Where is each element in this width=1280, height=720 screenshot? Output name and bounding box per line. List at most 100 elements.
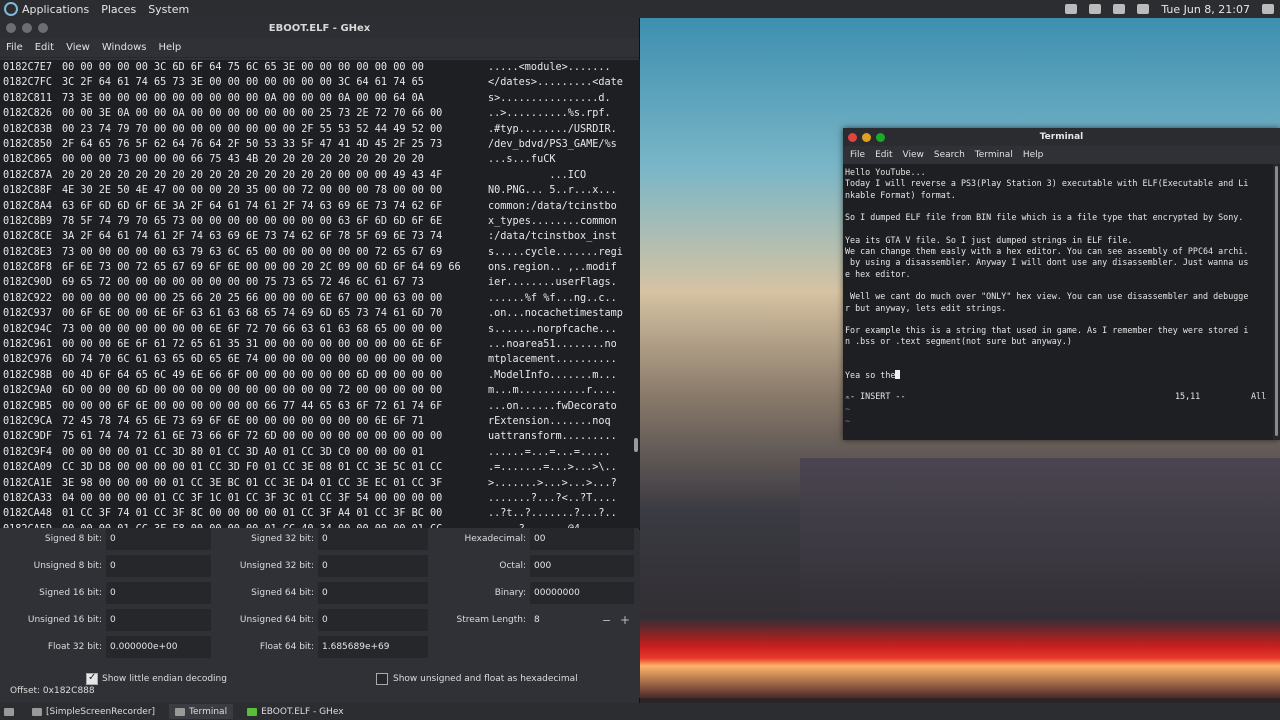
hex-row[interactable]: 0182C88F 4E 30 2E 50 4E 47 00 00 00 20 35… <box>0 183 632 198</box>
hex-row[interactable]: 0182C7FC 3C 2F 64 61 74 65 73 3E 00 00 00… <box>0 75 632 90</box>
hex-row[interactable]: 0182C811 73 3E 00 00 00 00 00 00 00 00 00… <box>0 91 632 106</box>
hex-ascii[interactable]: rExtension.......noq <box>482 414 632 429</box>
hex-row[interactable]: 0182C8A4 63 6F 6D 6D 6F 6E 3A 2F 64 61 74… <box>0 199 632 214</box>
ghex-menu-help[interactable]: Help <box>158 42 181 53</box>
hex-row[interactable]: 0182C9DF 75 61 74 74 72 61 6E 73 66 6F 72… <box>0 429 632 444</box>
unsigned-hex-checkbox[interactable] <box>376 673 388 685</box>
hex-row[interactable]: 0182C94C 73 00 00 00 00 00 00 00 6E 6F 72… <box>0 322 632 337</box>
hex-ascii[interactable]: .......?...?<..?T.... <box>482 491 632 506</box>
show-desktop-icon[interactable] <box>4 707 14 716</box>
task-ghex[interactable]: EBOOT.ELF - GHex <box>241 704 349 719</box>
term-menu-help[interactable]: Help <box>1023 150 1044 160</box>
hex-ascii[interactable]: ...on......fwDecorato <box>482 399 632 414</box>
hex-row[interactable]: 0182C8E3 73 00 00 00 00 00 63 79 63 6C 65… <box>0 245 632 260</box>
binary-field[interactable]: 00000000 <box>530 582 634 604</box>
hex-bytes[interactable]: 63 6F 6D 6D 6F 6E 3A 2F 64 61 74 61 2F 7… <box>62 199 482 214</box>
hex-ascii[interactable]: ...ICO <box>482 168 632 183</box>
hex-bytes[interactable]: 6D 74 70 6C 61 63 65 6D 65 6E 74 00 00 0… <box>62 352 482 367</box>
signed64-field[interactable]: 0 <box>318 582 428 604</box>
hex-ascii[interactable]: m...m...........r.... <box>482 383 632 398</box>
task-simplescreenrecorder[interactable]: [SimpleScreenRecorder] <box>26 704 161 719</box>
hex-row[interactable]: 0182CA1E 3E 98 00 00 00 00 01 CC 3E BC 01… <box>0 476 632 491</box>
hex-ascii[interactable]: .=.......=...>...>\.. <box>482 460 632 475</box>
terminal-scrollbar[interactable] <box>1273 164 1280 440</box>
hex-ascii[interactable]: ......=...=...=..... <box>482 445 632 460</box>
hex-view[interactable]: 0182C7E7 00 00 00 00 00 3C 6D 6F 64 75 6C… <box>0 60 632 528</box>
hex-row[interactable]: 0182C9F4 00 00 00 00 01 CC 3D 80 01 CC 3D… <box>0 445 632 460</box>
hex-bytes[interactable]: 73 00 00 00 00 00 00 00 6E 6F 72 70 66 6… <box>62 322 482 337</box>
hex-ascii[interactable]: ier........userFlags. <box>482 275 632 290</box>
hex-ascii[interactable]: mtplacement.......... <box>482 352 632 367</box>
hex-row[interactable]: 0182C961 00 00 00 6E 6F 61 72 65 61 35 31… <box>0 337 632 352</box>
plus-icon[interactable]: + <box>620 613 630 627</box>
octal-field[interactable]: 000 <box>530 555 634 577</box>
hex-ascii[interactable]: </dates>.........<date <box>482 75 632 90</box>
distro-logo-icon[interactable] <box>4 2 18 16</box>
hex-bytes[interactable]: 00 4D 6F 64 65 6C 49 6E 66 6F 00 00 00 0… <box>62 368 482 383</box>
hex-bytes[interactable]: 00 00 00 6F 6E 00 00 00 00 00 00 66 77 4… <box>62 399 482 414</box>
hex-field[interactable]: 00 <box>530 528 634 550</box>
hex-bytes[interactable]: 00 23 74 79 70 00 00 00 00 00 00 00 00 2… <box>62 122 482 137</box>
battery-icon[interactable] <box>1137 4 1150 14</box>
hex-bytes[interactable]: 00 6F 6E 00 00 6E 6F 63 61 63 68 65 74 6… <box>62 306 482 321</box>
float64-field[interactable]: 1.685689e+69 <box>318 636 428 658</box>
hex-row[interactable]: 0182C9B5 00 00 00 6F 6E 00 00 00 00 00 00… <box>0 399 632 414</box>
term-menu-edit[interactable]: Edit <box>875 150 892 160</box>
hex-row[interactable]: 0182C98B 00 4D 6F 64 65 6C 49 6E 66 6F 00… <box>0 368 632 383</box>
term-menu-file[interactable]: File <box>850 150 865 160</box>
power-icon[interactable] <box>1262 4 1274 14</box>
hex-ascii[interactable]: ...noarea51........no <box>482 337 632 352</box>
terminal-titlebar[interactable]: Terminal <box>843 128 1280 146</box>
hex-bytes[interactable]: 3E 98 00 00 00 00 01 CC 3E BC 01 CC 3E D… <box>62 476 482 491</box>
term-menu-view[interactable]: View <box>903 150 924 160</box>
hex-bytes[interactable]: 69 65 72 00 00 00 00 00 00 00 00 75 73 6… <box>62 275 482 290</box>
signed32-field[interactable]: 0 <box>318 528 428 550</box>
hex-ascii[interactable]: .ModelInfo.......m... <box>482 368 632 383</box>
hex-bytes[interactable]: 2F 64 65 76 5F 62 64 76 64 2F 50 53 33 5… <box>62 137 482 152</box>
hex-bytes[interactable]: 75 61 74 74 72 61 6E 73 66 6F 72 6D 00 0… <box>62 429 482 444</box>
hex-bytes[interactable]: 78 5F 74 79 70 65 73 00 00 00 00 00 00 0… <box>62 214 482 229</box>
ghex-menu-windows[interactable]: Windows <box>102 42 147 53</box>
terminal-scroll-thumb[interactable] <box>1275 166 1278 436</box>
hex-row[interactable]: 0182C7E7 00 00 00 00 00 3C 6D 6F 64 75 6C… <box>0 60 632 75</box>
hex-bytes[interactable]: 00 00 00 00 00 3C 6D 6F 64 75 6C 65 3E 0… <box>62 60 482 75</box>
hex-ascii[interactable]: common:/data/tcinstbo <box>482 199 632 214</box>
hex-ascii[interactable]: ...s...fuCK <box>482 152 632 167</box>
hex-bytes[interactable]: 00 00 00 6E 6F 61 72 65 61 35 31 00 00 0… <box>62 337 482 352</box>
unsigned64-field[interactable]: 0 <box>318 609 428 631</box>
volume-icon[interactable] <box>1113 4 1126 14</box>
menu-applications[interactable]: Applications <box>22 3 89 16</box>
hex-ascii[interactable]: s>................d. <box>482 91 632 106</box>
ghex-titlebar[interactable]: EBOOT.ELF - GHex <box>0 18 639 38</box>
hex-ascii[interactable]: .#typ......../USRDIR. <box>482 122 632 137</box>
hex-bytes[interactable]: 3C 2F 64 61 74 65 73 3E 00 00 00 00 00 0… <box>62 75 482 90</box>
hex-row[interactable]: 0182C9CA 72 45 78 74 65 6E 73 69 6F 6E 00… <box>0 414 632 429</box>
hex-scroll-thumb[interactable] <box>634 438 638 452</box>
hex-row[interactable]: 0182C8CE 3A 2F 64 61 74 61 2F 74 63 69 6E… <box>0 229 632 244</box>
hex-bytes[interactable]: 00 00 00 00 00 00 25 66 20 25 66 00 00 0… <box>62 291 482 306</box>
hex-bytes[interactable]: 00 00 3E 0A 00 00 0A 00 00 00 00 00 00 0… <box>62 106 482 121</box>
clock[interactable]: Tue Jun 8, 21:07 <box>1161 3 1250 16</box>
ghex-menu-view[interactable]: View <box>66 42 90 53</box>
hex-row[interactable]: 0182C850 2F 64 65 76 5F 62 64 76 64 2F 50… <box>0 137 632 152</box>
term-menu-terminal[interactable]: Terminal <box>975 150 1013 160</box>
unsigned32-field[interactable]: 0 <box>318 555 428 577</box>
hex-ascii[interactable]: /dev_bdvd/PS3_GAME/%s <box>482 137 632 152</box>
hex-ascii[interactable]: x_types........common <box>482 214 632 229</box>
hex-bytes[interactable]: 6F 6E 73 00 72 65 67 69 6F 6E 00 00 00 2… <box>62 260 482 275</box>
hex-ascii[interactable]: s.....cycle.......regi <box>482 245 632 260</box>
recorder-tray-icon[interactable] <box>1089 4 1102 14</box>
hex-ascii[interactable]: uattransform......... <box>482 429 632 444</box>
hex-bytes[interactable]: 4E 30 2E 50 4E 47 00 00 00 20 35 00 00 7… <box>62 183 482 198</box>
signed8-field[interactable]: 0 <box>106 528 211 550</box>
hex-row[interactable]: 0182C8B9 78 5F 74 79 70 65 73 00 00 00 00… <box>0 214 632 229</box>
hex-bytes[interactable]: 04 00 00 00 00 01 CC 3F 1C 01 CC 3F 3C 0… <box>62 491 482 506</box>
hex-scrollbar[interactable] <box>632 60 640 528</box>
hex-ascii[interactable]: ..>..........%s.rpf. <box>482 106 632 121</box>
little-endian-checkbox[interactable] <box>86 672 98 685</box>
hex-bytes[interactable]: 3A 2F 64 61 74 61 2F 74 63 69 6E 73 74 6… <box>62 229 482 244</box>
hex-row[interactable]: 0182C9A0 6D 00 00 00 6D 00 00 00 00 00 00… <box>0 383 632 398</box>
hex-row[interactable]: 0182C865 00 00 00 73 00 00 00 66 75 43 4B… <box>0 152 632 167</box>
hex-ascii[interactable]: s.......norpfcache... <box>482 322 632 337</box>
hex-row[interactable]: 0182C87A 20 20 20 20 20 20 20 20 20 20 20… <box>0 168 632 183</box>
